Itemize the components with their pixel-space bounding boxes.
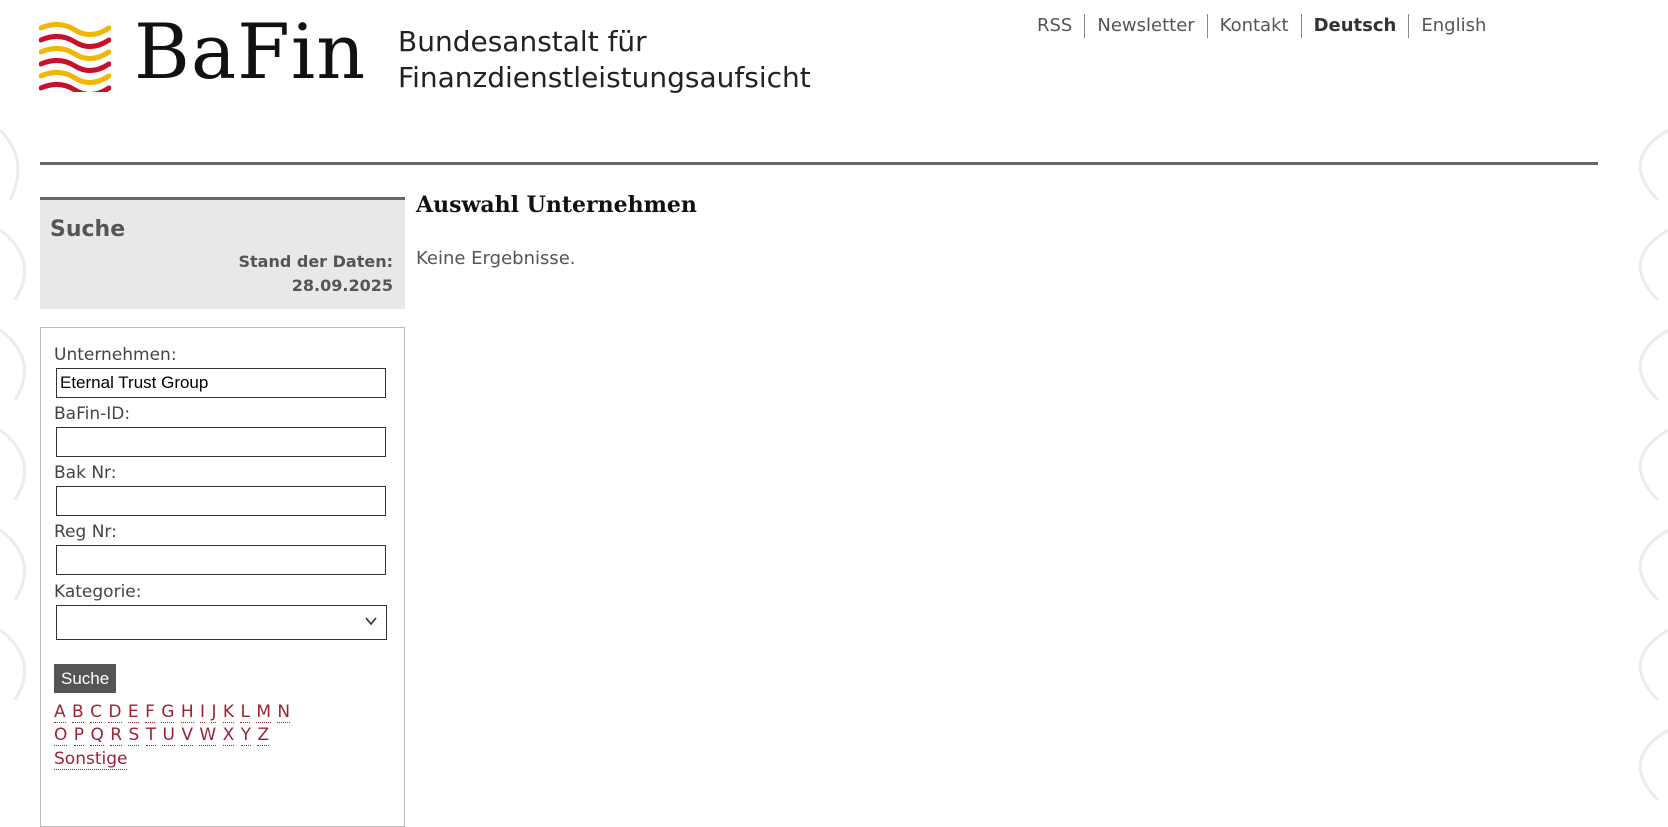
alpha-link-r[interactable]: R <box>110 725 123 746</box>
unternehmen-label: Unternehmen: <box>54 345 177 365</box>
alpha-link-a[interactable]: A <box>54 702 66 723</box>
alpha-link-v[interactable]: V <box>181 725 193 746</box>
alpha-link-n[interactable]: N <box>277 702 291 723</box>
chevron-down-icon <box>365 617 377 626</box>
nav-link-newsletter[interactable]: Newsletter <box>1084 14 1206 38</box>
alpha-link-s[interactable]: S <box>128 725 140 746</box>
alpha-link-sonstige[interactable]: Sonstige <box>54 749 128 770</box>
alphabet-row-3: Sonstige <box>54 749 128 770</box>
alpha-link-q[interactable]: Q <box>90 725 104 746</box>
alpha-link-c[interactable]: C <box>90 702 102 723</box>
alpha-link-b[interactable]: B <box>72 702 84 723</box>
alpha-link-f[interactable]: F <box>145 702 155 723</box>
nav-link-rss[interactable]: RSS <box>1025 14 1084 38</box>
alpha-link-t[interactable]: T <box>145 725 157 746</box>
page-title: Auswahl Unternehmen <box>416 192 697 218</box>
alpha-link-h[interactable]: H <box>180 702 194 723</box>
data-date-label: Stand der Daten: <box>238 252 393 271</box>
nav-link-kontakt[interactable]: Kontakt <box>1206 14 1301 38</box>
top-navigation: RSS Newsletter Kontakt Deutsch English <box>1025 14 1498 38</box>
search-form: Unternehmen: BaFin-ID: Bak Nr: Reg Nr: K… <box>40 327 405 827</box>
alpha-link-p[interactable]: P <box>73 725 85 746</box>
data-date-value: 28.09.2025 <box>291 276 393 295</box>
logo-subtitle-line1: Bundesanstalt für <box>398 25 647 58</box>
logo-wordmark[interactable]: BaFin <box>134 14 366 90</box>
alpha-link-m[interactable]: M <box>256 702 272 723</box>
nav-link-deutsch[interactable]: Deutsch <box>1300 14 1409 38</box>
alpha-link-e[interactable]: E <box>127 702 139 723</box>
alpha-link-w[interactable]: W <box>199 725 217 746</box>
bafin-logo-icon[interactable] <box>39 20 111 92</box>
logo-subtitle: Bundesanstalt für Finanzdienstleistungsa… <box>398 24 811 96</box>
alpha-link-y[interactable]: Y <box>240 725 252 746</box>
alphabet-row-1: A B C D E F G H I J K L M N <box>54 702 291 723</box>
search-panel-title: Suche <box>50 217 126 242</box>
data-date-info: Stand der Daten: 28.09.2025 <box>238 250 393 298</box>
reg-nr-input[interactable] <box>56 545 386 575</box>
header-divider <box>40 162 1598 165</box>
alphabet-row-2: O P Q R S T U V W X Y Z <box>54 725 270 746</box>
alpha-link-l[interactable]: L <box>240 702 250 723</box>
reg-nr-label: Reg Nr: <box>54 522 117 542</box>
alpha-link-z[interactable]: Z <box>257 725 270 746</box>
bak-nr-input[interactable] <box>56 486 386 516</box>
no-results-message: Keine Ergebnisse. <box>416 248 576 269</box>
bafin-id-input[interactable] <box>56 427 386 457</box>
kategorie-label: Kategorie: <box>54 582 142 602</box>
search-panel-header: Suche Stand der Daten: 28.09.2025 <box>40 197 405 309</box>
bafin-id-label: BaFin-ID: <box>54 404 131 424</box>
unternehmen-input[interactable] <box>56 368 386 398</box>
site-header: BaFin Bundesanstalt für Finanzdienstleis… <box>0 0 1668 170</box>
alpha-link-u[interactable]: U <box>162 725 175 746</box>
nav-link-english[interactable]: English <box>1408 14 1498 38</box>
bak-nr-label: Bak Nr: <box>54 463 117 483</box>
alpha-link-x[interactable]: X <box>222 725 235 746</box>
logo-subtitle-line2: Finanzdienstleistungsaufsicht <box>398 61 811 94</box>
alpha-link-g[interactable]: G <box>161 702 175 723</box>
alpha-link-j[interactable]: J <box>211 702 217 723</box>
alpha-link-k[interactable]: K <box>222 702 235 723</box>
alpha-link-d[interactable]: D <box>108 702 122 723</box>
kategorie-select[interactable] <box>56 605 387 640</box>
alpha-link-o[interactable]: O <box>54 725 68 746</box>
alpha-link-i[interactable]: I <box>200 702 206 723</box>
search-button[interactable]: Suche <box>54 664 117 693</box>
